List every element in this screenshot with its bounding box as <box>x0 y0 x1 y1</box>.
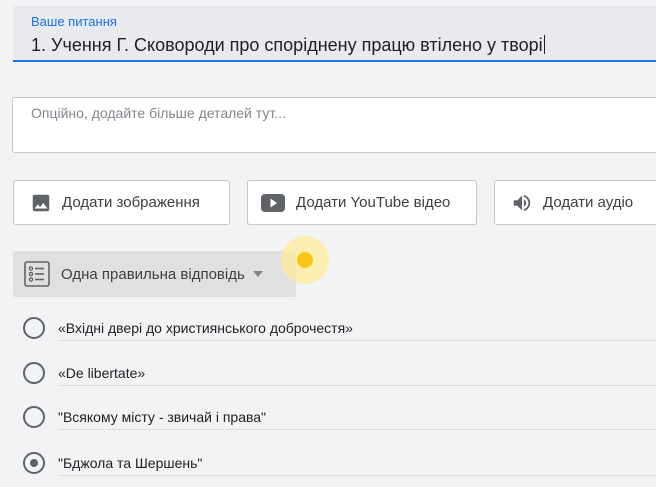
option-text[interactable]: "Бджола та Шершень" <box>58 451 656 476</box>
text-caret <box>543 35 545 54</box>
details-field[interactable] <box>12 97 656 153</box>
image-icon <box>30 192 52 214</box>
option-text[interactable]: "Всякому місту - звичай і права" <box>58 405 656 430</box>
question-input[interactable]: 1. Учення Г. Сковороди про споріднену пр… <box>31 35 545 56</box>
option-radio[interactable] <box>23 406 45 428</box>
question-label: Ваше питання <box>31 14 117 29</box>
add-audio-button[interactable]: Додати аудіо <box>494 180 656 225</box>
option-radio-selected[interactable] <box>23 452 45 474</box>
list-icon <box>24 261 50 287</box>
option-text[interactable]: «Вхідні двері до християнського доброчес… <box>58 316 656 341</box>
option-row: «Вхідні двері до християнського доброчес… <box>23 316 656 341</box>
cursor-highlight <box>281 236 329 284</box>
youtube-icon <box>260 192 286 214</box>
add-youtube-label: Додати YouTube відео <box>296 194 451 211</box>
option-row: «De libertate» <box>23 361 656 386</box>
add-image-button[interactable]: Додати зображення <box>13 180 230 225</box>
answer-type-label: Одна правильна відповідь <box>61 265 245 283</box>
option-row: "Бджола та Шершень" <box>23 451 656 476</box>
question-text: 1. Учення Г. Сковороди про споріднену пр… <box>31 35 543 55</box>
option-text[interactable]: «De libertate» <box>58 361 656 386</box>
volume-icon <box>511 192 533 214</box>
add-audio-label: Додати аудіо <box>543 194 634 211</box>
add-image-label: Додати зображення <box>62 194 200 211</box>
add-youtube-button[interactable]: Додати YouTube відео <box>247 180 477 225</box>
answer-type-dropdown[interactable]: Одна правильна відповідь <box>13 251 296 297</box>
option-radio[interactable] <box>23 317 45 339</box>
option-row: "Всякому місту - звичай і права" <box>23 405 656 430</box>
question-field[interactable]: Ваше питання 1. Учення Г. Сковороди про … <box>13 6 656 62</box>
details-input[interactable] <box>13 98 656 152</box>
chevron-down-icon <box>252 271 263 277</box>
option-radio[interactable] <box>23 362 45 384</box>
